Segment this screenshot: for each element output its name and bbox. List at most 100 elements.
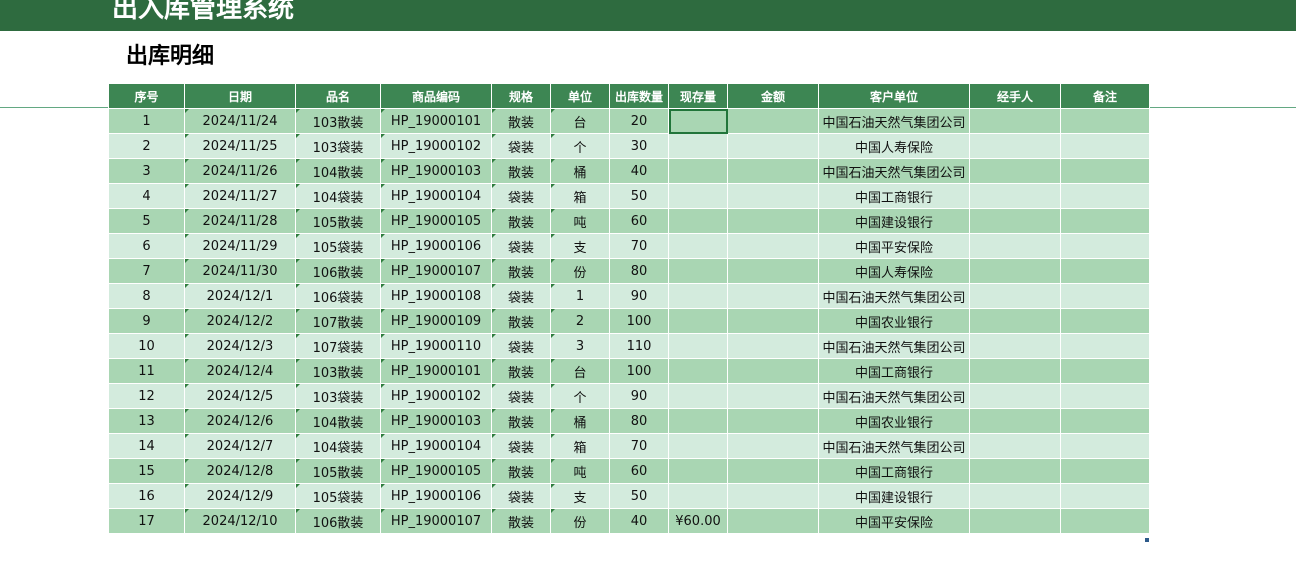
table-cell[interactable]: 中国建设银行 — [818, 208, 970, 234]
table-cell[interactable]: 60 — [609, 208, 669, 234]
table-cell[interactable]: 桶 — [550, 408, 610, 434]
table-cell[interactable]: 吨 — [550, 208, 610, 234]
table-cell[interactable]: 8 — [108, 283, 185, 309]
table-cell[interactable]: 2024/12/3 — [184, 333, 296, 359]
table-cell[interactable]: 2024/11/29 — [184, 233, 296, 259]
table-cell[interactable] — [1060, 333, 1150, 359]
column-header[interactable]: 备注 — [1060, 83, 1150, 109]
table-cell[interactable]: 100 — [609, 308, 669, 334]
table-cell[interactable]: 90 — [609, 383, 669, 409]
table-cell[interactable]: 2024/12/7 — [184, 433, 296, 459]
table-cell[interactable]: 107散装 — [295, 308, 381, 334]
table-cell[interactable]: HP_19000107 — [380, 508, 492, 534]
table-cell[interactable] — [969, 483, 1061, 509]
table-cell[interactable]: HP_19000110 — [380, 333, 492, 359]
table-cell[interactable] — [1060, 483, 1150, 509]
table-cell[interactable]: HP_19000101 — [380, 108, 492, 134]
column-header[interactable]: 商品编码 — [380, 83, 492, 109]
table-cell[interactable]: 70 — [609, 433, 669, 459]
table-cell[interactable] — [1060, 233, 1150, 259]
table-cell[interactable]: 散装 — [491, 258, 551, 284]
table-cell[interactable]: 台 — [550, 108, 610, 134]
table-cell[interactable]: 2024/11/28 — [184, 208, 296, 234]
table-cell[interactable] — [727, 433, 819, 459]
table-cell[interactable]: 台 — [550, 358, 610, 384]
column-header[interactable]: 现存量 — [668, 83, 728, 109]
table-cell[interactable]: 50 — [609, 483, 669, 509]
table-cell[interactable] — [668, 233, 728, 259]
table-cell[interactable]: HP_19000102 — [380, 133, 492, 159]
column-header[interactable]: 单位 — [550, 83, 610, 109]
table-cell[interactable]: 60 — [609, 458, 669, 484]
table-cell[interactable]: 106散装 — [295, 508, 381, 534]
table-cell[interactable]: 散装 — [491, 358, 551, 384]
table-cell[interactable]: 2 — [108, 133, 185, 159]
table-cell[interactable]: 103散装 — [295, 108, 381, 134]
table-cell[interactable]: 袋装 — [491, 283, 551, 309]
table-cell[interactable]: 2024/11/26 — [184, 158, 296, 184]
table-cell[interactable]: 中国农业银行 — [818, 308, 970, 334]
table-cell[interactable] — [727, 508, 819, 534]
table-cell[interactable]: 个 — [550, 133, 610, 159]
table-cell[interactable] — [969, 233, 1061, 259]
table-cell[interactable]: 103散装 — [295, 358, 381, 384]
table-cell[interactable]: 106散装 — [295, 258, 381, 284]
table-cell[interactable] — [1060, 358, 1150, 384]
table-cell[interactable]: 80 — [609, 408, 669, 434]
table-cell[interactable]: 支 — [550, 483, 610, 509]
column-header[interactable]: 品名 — [295, 83, 381, 109]
table-cell[interactable]: 2024/11/30 — [184, 258, 296, 284]
table-cell[interactable]: 中国平安保险 — [818, 508, 970, 534]
table-cell[interactable]: 105袋装 — [295, 483, 381, 509]
table-cell[interactable] — [1060, 308, 1150, 334]
table-cell[interactable] — [969, 358, 1061, 384]
table-cell[interactable]: 106袋装 — [295, 283, 381, 309]
table-cell[interactable]: 14 — [108, 433, 185, 459]
table-cell[interactable]: ¥60.00 — [668, 508, 728, 534]
table-cell[interactable]: 袋装 — [491, 483, 551, 509]
table-cell[interactable]: 104袋装 — [295, 433, 381, 459]
column-header[interactable]: 日期 — [184, 83, 296, 109]
table-cell[interactable] — [727, 358, 819, 384]
table-cell[interactable]: HP_19000105 — [380, 458, 492, 484]
table-cell[interactable]: 104散装 — [295, 158, 381, 184]
table-cell[interactable] — [727, 308, 819, 334]
table-cell[interactable]: 2024/12/8 — [184, 458, 296, 484]
table-cell[interactable]: HP_19000109 — [380, 308, 492, 334]
table-cell[interactable]: 箱 — [550, 433, 610, 459]
column-header[interactable]: 金额 — [727, 83, 819, 109]
table-cell[interactable] — [668, 358, 728, 384]
table-cell[interactable]: 105袋装 — [295, 233, 381, 259]
table-cell[interactable]: 1 — [550, 283, 610, 309]
table-cell[interactable]: 个 — [550, 383, 610, 409]
table-cell[interactable]: 2024/12/9 — [184, 483, 296, 509]
table-cell[interactable] — [1060, 108, 1150, 134]
table-cell[interactable]: 105散装 — [295, 458, 381, 484]
table-cell[interactable]: 2024/11/27 — [184, 183, 296, 209]
table-cell[interactable]: 袋装 — [491, 233, 551, 259]
table-cell[interactable]: 3 — [550, 333, 610, 359]
table-cell[interactable]: 3 — [108, 158, 185, 184]
table-cell[interactable] — [969, 308, 1061, 334]
table-cell[interactable] — [727, 133, 819, 159]
table-cell[interactable] — [727, 333, 819, 359]
table-cell[interactable]: 50 — [609, 183, 669, 209]
table-cell[interactable]: 散装 — [491, 508, 551, 534]
table-cell[interactable]: 中国建设银行 — [818, 483, 970, 509]
table-cell[interactable]: HP_19000105 — [380, 208, 492, 234]
table-cell[interactable] — [727, 208, 819, 234]
table-cell[interactable]: 30 — [609, 133, 669, 159]
table-cell[interactable] — [727, 183, 819, 209]
table-cell[interactable] — [969, 433, 1061, 459]
table-cell[interactable]: 2024/12/4 — [184, 358, 296, 384]
table-cell[interactable] — [969, 108, 1061, 134]
table-cell[interactable]: HP_19000106 — [380, 483, 492, 509]
table-cell[interactable] — [668, 383, 728, 409]
fill-handle[interactable] — [1145, 538, 1149, 542]
table-cell[interactable]: 桶 — [550, 158, 610, 184]
table-cell[interactable]: 散装 — [491, 108, 551, 134]
table-cell[interactable]: 2024/12/2 — [184, 308, 296, 334]
table-cell[interactable] — [668, 433, 728, 459]
table-cell[interactable] — [1060, 133, 1150, 159]
column-header[interactable]: 出库数量 — [609, 83, 669, 109]
